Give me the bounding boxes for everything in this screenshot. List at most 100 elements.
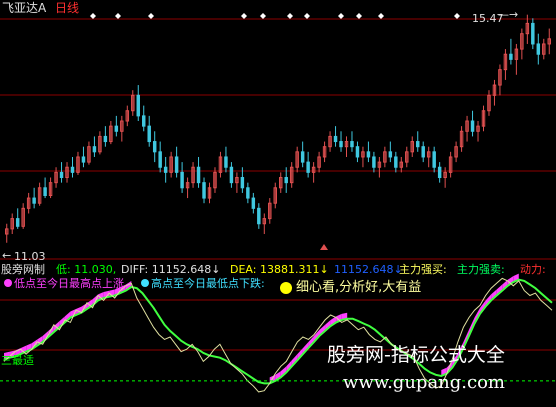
candle bbox=[54, 167, 58, 188]
candle bbox=[81, 146, 86, 168]
candle bbox=[531, 18, 535, 50]
candle bbox=[421, 141, 425, 163]
candle bbox=[416, 131, 420, 152]
candle-body bbox=[158, 151, 162, 168]
candle bbox=[295, 146, 299, 173]
candle bbox=[257, 203, 261, 229]
candle bbox=[399, 156, 404, 173]
candle bbox=[503, 49, 508, 80]
candle-body bbox=[333, 135, 338, 143]
candle bbox=[344, 136, 349, 157]
candle-body bbox=[103, 135, 108, 143]
event-marker-icon bbox=[260, 13, 266, 19]
candle-body bbox=[394, 156, 398, 168]
candle bbox=[465, 115, 469, 142]
candle-body bbox=[284, 177, 288, 184]
candle bbox=[196, 156, 201, 188]
candle-body bbox=[366, 151, 371, 158]
stock-name[interactable]: 飞亚达A bbox=[2, 2, 46, 14]
candle bbox=[355, 141, 360, 163]
candle bbox=[131, 90, 135, 116]
candle bbox=[405, 146, 409, 168]
candle-body bbox=[81, 156, 86, 163]
main-buy-label: 主力强买: bbox=[399, 263, 447, 276]
candle-body bbox=[306, 161, 310, 173]
candle bbox=[158, 141, 162, 173]
candle bbox=[109, 121, 113, 145]
candle-body bbox=[202, 182, 206, 199]
candle-body bbox=[509, 53, 513, 60]
candle bbox=[536, 33, 541, 65]
candle bbox=[448, 151, 453, 178]
candle-body bbox=[152, 141, 157, 153]
candle bbox=[87, 141, 91, 165]
candle bbox=[432, 146, 436, 173]
watermark-url: www.gupang.com bbox=[343, 372, 505, 393]
candle-body bbox=[437, 166, 442, 179]
chart-stage: 飞亚达A 日线 15.47 —→ ← 11.03 股旁网制 低: 11.030,… bbox=[0, 0, 556, 407]
candle-body bbox=[432, 151, 436, 168]
candle bbox=[92, 136, 97, 157]
power-label: 动力: bbox=[520, 263, 546, 276]
candle bbox=[350, 131, 354, 152]
candle bbox=[98, 131, 102, 155]
diff-value: DIFF: 11152.648↓ bbox=[121, 263, 221, 276]
candle bbox=[43, 177, 47, 199]
candle-body bbox=[388, 151, 393, 158]
candle bbox=[251, 192, 256, 214]
candle bbox=[492, 79, 497, 106]
blue-value: 11152.648↓ bbox=[334, 263, 403, 276]
period-label[interactable]: 日线 bbox=[55, 2, 79, 14]
legend-dot-cyan-icon bbox=[141, 279, 149, 287]
candle-body bbox=[114, 125, 119, 132]
candle-body bbox=[163, 166, 168, 173]
slogan-dot-icon bbox=[280, 282, 292, 294]
event-marker-icon bbox=[338, 13, 344, 19]
candle-body bbox=[92, 146, 97, 153]
candle bbox=[169, 151, 173, 178]
candle bbox=[125, 105, 130, 127]
candle bbox=[163, 156, 168, 183]
low-value: 低: 11.030, bbox=[56, 263, 117, 276]
candle-body bbox=[536, 43, 541, 55]
high-arrow-icon: —→ bbox=[498, 8, 519, 21]
candle bbox=[70, 156, 75, 178]
legend-left-label: 低点至今日最高点上涨 bbox=[14, 277, 124, 290]
candle-body bbox=[300, 151, 305, 163]
candle-body bbox=[196, 166, 201, 184]
event-markers bbox=[90, 13, 460, 250]
candle bbox=[542, 38, 546, 60]
candle bbox=[470, 110, 475, 137]
candle bbox=[520, 28, 524, 60]
event-marker-icon bbox=[90, 13, 96, 19]
event-marker-icon bbox=[115, 13, 121, 19]
candle-body bbox=[229, 166, 234, 184]
candle bbox=[366, 141, 371, 163]
candle bbox=[65, 162, 69, 183]
candle bbox=[311, 162, 316, 183]
candle-body bbox=[531, 22, 535, 45]
candle bbox=[185, 177, 190, 199]
candle-body bbox=[240, 177, 245, 189]
grid-lines bbox=[0, 18, 556, 351]
candle-body bbox=[32, 197, 36, 204]
dea-value: DEA: 13881.311↓ bbox=[230, 263, 329, 276]
candle-body bbox=[70, 166, 75, 173]
low-price-label: 11.03 bbox=[14, 250, 46, 263]
candle bbox=[246, 182, 250, 204]
candle bbox=[454, 141, 458, 163]
low-marker-icon bbox=[320, 244, 328, 250]
candle bbox=[15, 208, 20, 229]
candle bbox=[388, 141, 393, 163]
candle-body bbox=[257, 207, 261, 225]
indicator-name[interactable]: 股旁网制 bbox=[1, 264, 45, 275]
main-sell-label: 主力强卖: bbox=[457, 263, 505, 276]
low-arrow-icon: ← bbox=[2, 249, 12, 262]
legend-right-label: 高点至今日最低点下跌: bbox=[151, 277, 265, 290]
candle bbox=[498, 64, 502, 96]
candle-body bbox=[15, 218, 20, 227]
candles bbox=[5, 14, 551, 243]
candle bbox=[481, 105, 486, 132]
candle bbox=[229, 162, 234, 188]
candle-body bbox=[59, 171, 64, 179]
